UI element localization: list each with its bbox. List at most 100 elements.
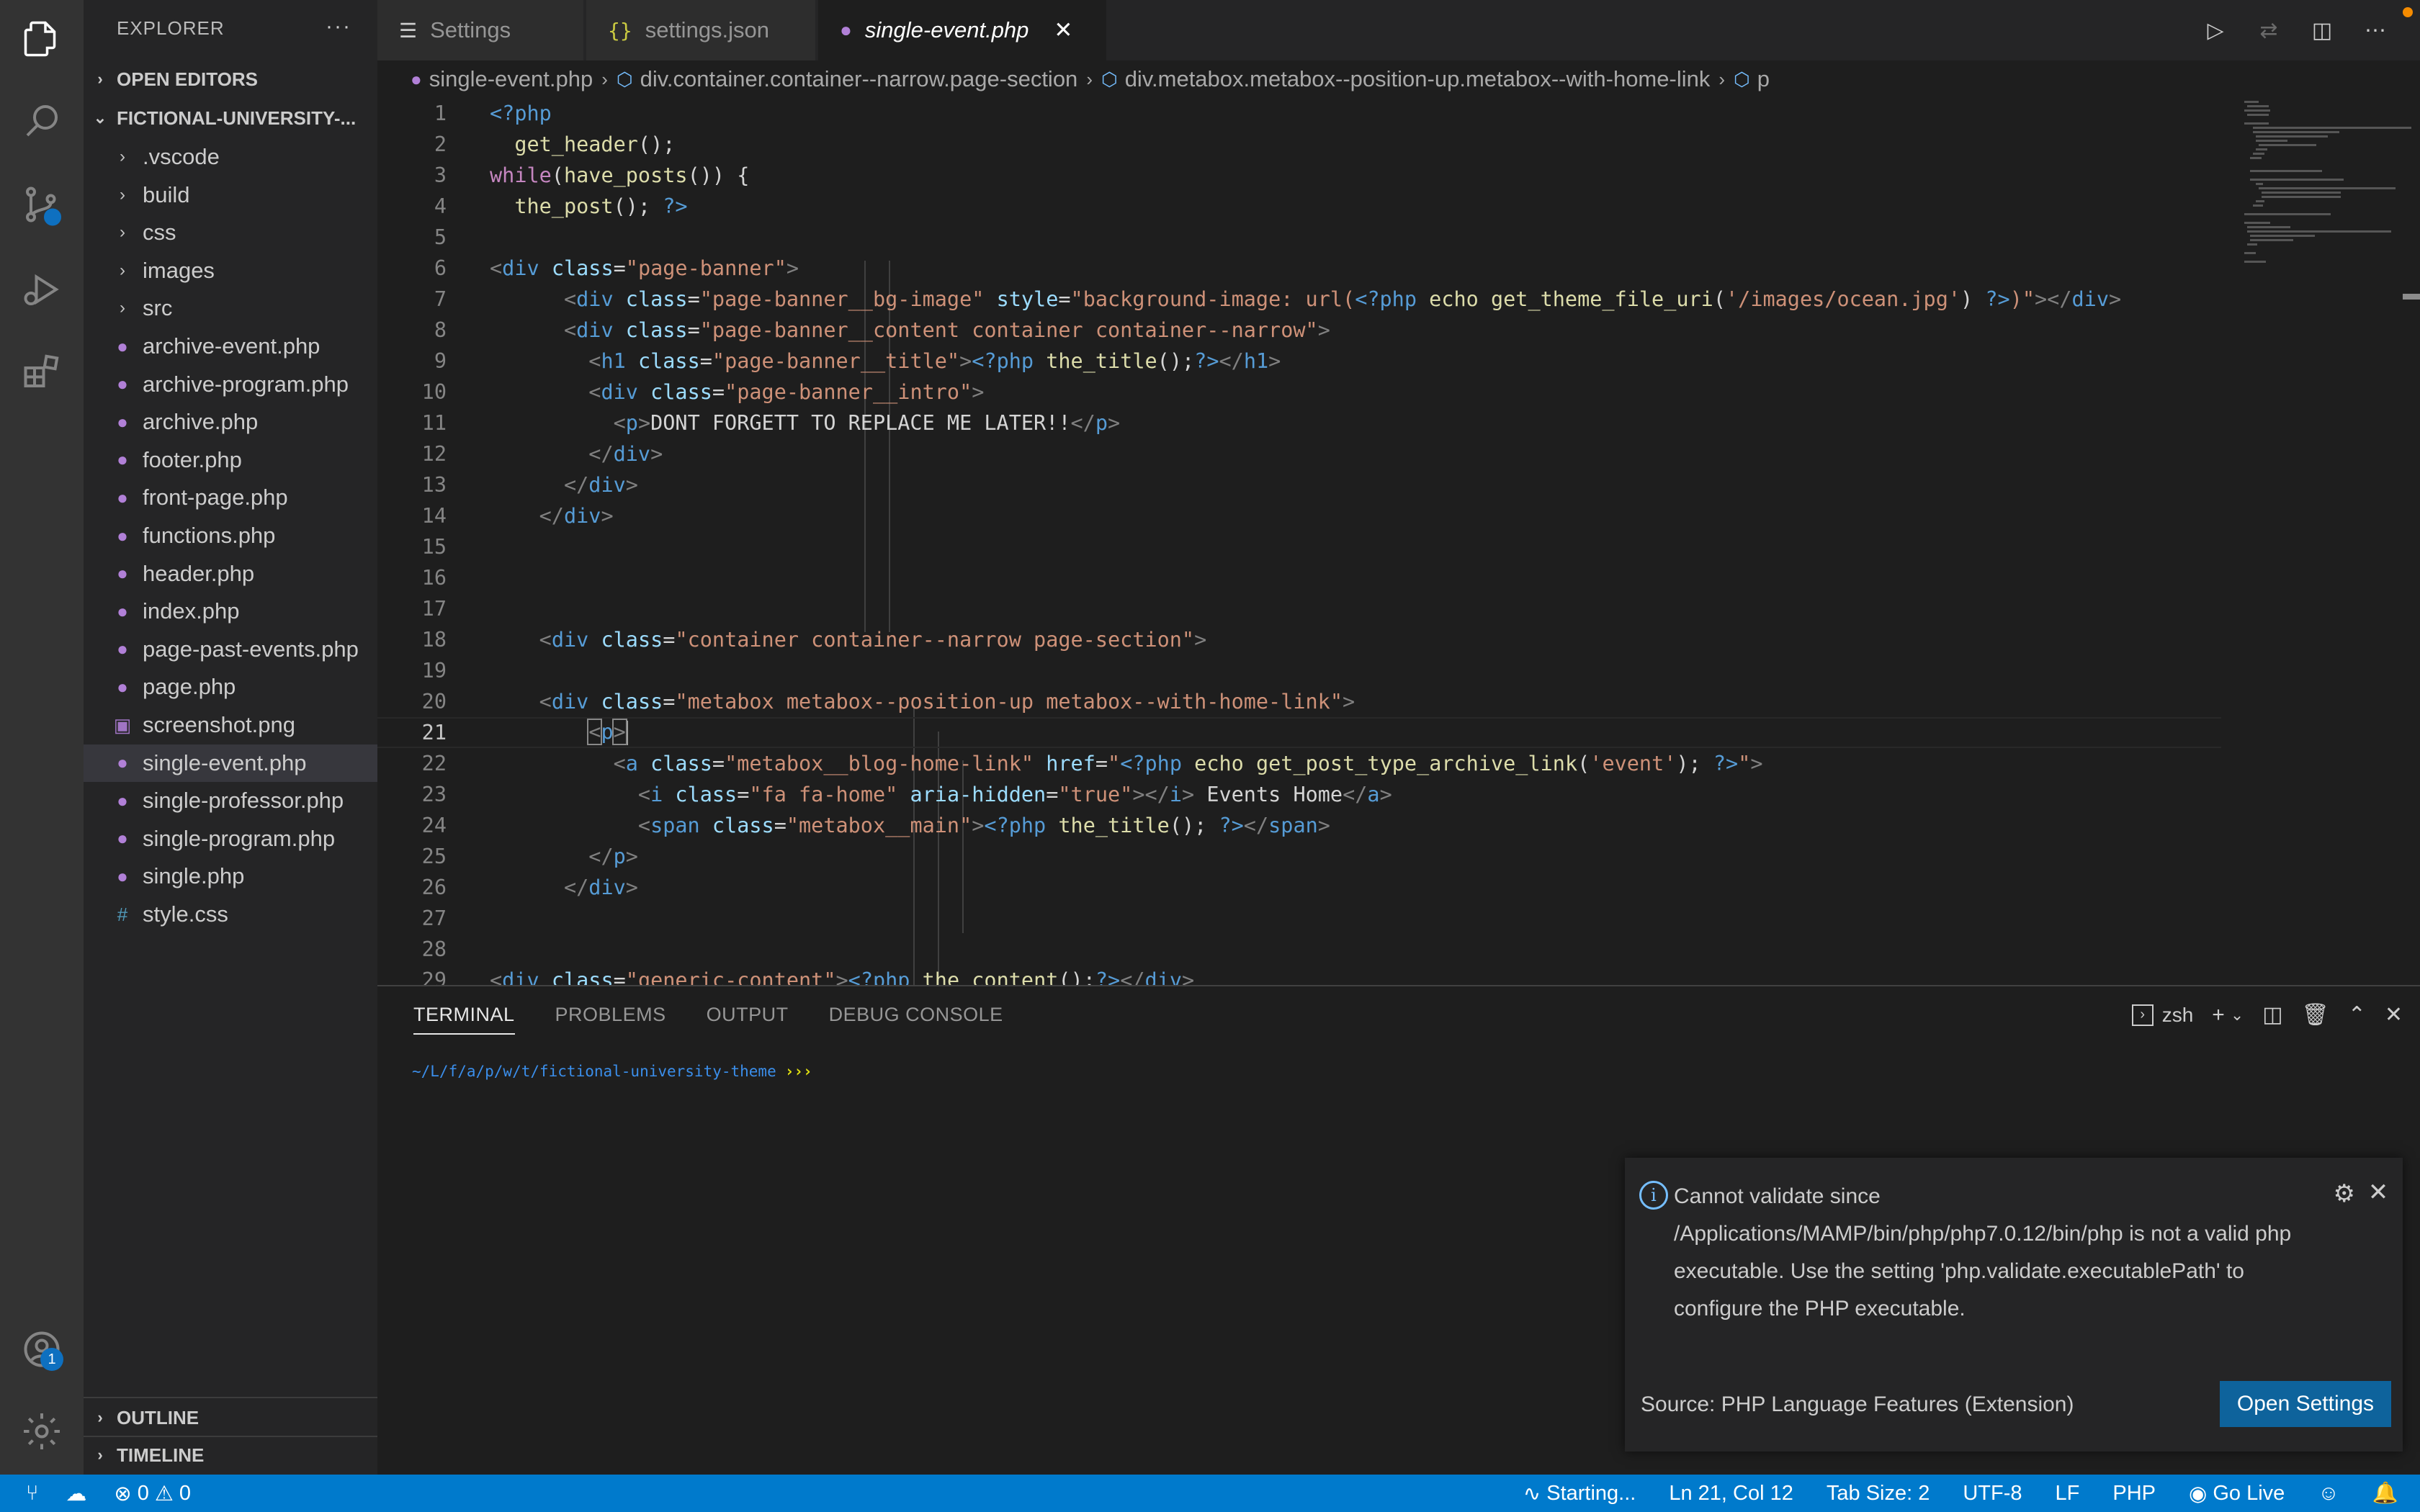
chevron-right-icon: › xyxy=(120,147,125,166)
file-item[interactable]: ▣ screenshot.png xyxy=(84,706,377,744)
folder-item[interactable]: › css xyxy=(84,214,377,251)
language-server-status[interactable]: ∿ Starting... xyxy=(1523,1481,1636,1506)
file-item[interactable]: ● page.php xyxy=(84,668,377,706)
problems-status[interactable]: ⊗ 0 ⚠ 0 xyxy=(114,1481,191,1506)
file-item[interactable]: # style.css xyxy=(84,896,377,933)
run-debug-icon[interactable] xyxy=(16,264,68,315)
file-item[interactable]: ● single-event.php xyxy=(84,744,377,782)
sync-cloud-icon[interactable]: ☁ xyxy=(66,1481,86,1506)
tab-label: Settings xyxy=(430,17,511,42)
file-item[interactable]: ● single.php xyxy=(84,858,377,895)
workspace-root-section[interactable]: ⌄ FICTIONAL-UNIVERSITY-... xyxy=(84,99,377,137)
symbol-element-icon: ⬡ xyxy=(616,68,633,90)
breadcrumb-symbol[interactable]: ⬡ div.metabox.metabox--position-up.metabo… xyxy=(1101,66,1710,92)
more-actions-icon[interactable]: ⋯ xyxy=(2360,14,2391,46)
file-item[interactable]: ● page-past-events.php xyxy=(84,631,377,668)
status-bar: ⑂ ☁ ⊗ 0 ⚠ 0 ∿ Starting... Ln 21, Col 12 Tab… xyxy=(0,1475,2420,1512)
trash-icon[interactable]: 🗑 xyxy=(2302,1002,2329,1027)
tab-label: single-event.php xyxy=(864,17,1029,42)
terminal-shell-selector[interactable]: › zsh xyxy=(2131,1004,2193,1027)
open-changes-icon[interactable]: ⇄ xyxy=(2253,14,2285,46)
breadcrumb-symbol[interactable]: ⬡ p xyxy=(1734,66,1770,92)
new-terminal-icon[interactable]: + xyxy=(2212,1003,2225,1027)
remote-branch-icon[interactable]: ⑂ xyxy=(26,1482,38,1506)
code-line: while(have_posts()) { xyxy=(490,163,750,187)
breadcrumb-symbol[interactable]: ⬡ div.container.container--narrow.page-se… xyxy=(617,66,1077,92)
file-item[interactable]: ● header.php xyxy=(84,555,377,593)
folder-item[interactable]: › build xyxy=(84,176,377,214)
file-item[interactable]: ● single-professor.php xyxy=(84,782,377,819)
explorer-files-icon[interactable] xyxy=(16,13,68,65)
chevron-right-icon: › xyxy=(120,184,125,204)
split-terminal-icon[interactable]: ◫ xyxy=(2262,1002,2282,1027)
file-item[interactable]: ● footer.php xyxy=(84,441,377,479)
explorer-title: EXPLORER xyxy=(117,17,225,39)
file-label: front-page.php xyxy=(143,485,288,510)
tab-size[interactable]: Tab Size: 2 xyxy=(1827,1482,1930,1506)
tab-settings-json[interactable]: {} settings.json xyxy=(586,0,817,60)
file-item[interactable]: ● front-page.php xyxy=(84,479,377,516)
json-braces-icon: {} xyxy=(608,18,632,42)
split-editor-icon[interactable]: ◫ xyxy=(2306,14,2338,46)
file-label: archive-event.php xyxy=(143,333,321,359)
accounts-icon[interactable]: 1 xyxy=(16,1323,68,1375)
php-elephant-icon: ● xyxy=(117,789,128,811)
cursor-position[interactable]: Ln 21, Col 12 xyxy=(1669,1482,1793,1506)
close-panel-icon[interactable]: ✕ xyxy=(2385,1002,2403,1027)
notification-close-icon[interactable]: ✕ xyxy=(2364,1178,2393,1207)
starting-label: Starting... xyxy=(1546,1481,1636,1505)
breadcrumb: ● single-event.php › ⬡ div.container.conta… xyxy=(377,60,2420,98)
timeline-section[interactable]: › TIMELINE xyxy=(84,1436,377,1474)
extensions-icon[interactable] xyxy=(16,346,68,397)
file-item[interactable]: ● archive.php xyxy=(84,403,377,441)
end-of-line[interactable]: LF xyxy=(2056,1482,2080,1506)
tab-settings[interactable]: ☰ Settings xyxy=(377,0,585,60)
more-actions-icon[interactable]: ··· xyxy=(326,14,351,39)
notifications-bell-icon[interactable]: 🔔 xyxy=(2372,1481,2398,1506)
chevron-down-icon[interactable]: ⌄ xyxy=(2231,1006,2244,1025)
open-settings-button[interactable]: Open Settings xyxy=(2219,1381,2391,1427)
folder-item[interactable]: › src xyxy=(84,289,377,327)
scrollbar-thumb[interactable] xyxy=(2403,294,2420,300)
hamburger-icon: ☰ xyxy=(399,19,418,42)
file-item[interactable]: ● index.php xyxy=(84,593,377,630)
tab-output[interactable]: OUTPUT xyxy=(707,1004,789,1035)
run-file-icon[interactable]: ▷ xyxy=(2200,14,2231,46)
minimap[interactable] xyxy=(2240,98,2420,985)
tab-single-event-php[interactable]: ● single-event.php ✕ xyxy=(818,0,1108,60)
source-control-icon[interactable] xyxy=(16,179,68,230)
outline-label: OUTLINE xyxy=(117,1406,200,1428)
search-icon[interactable] xyxy=(16,95,68,147)
notification-settings-gear-icon[interactable]: ⚙ xyxy=(2334,1179,2355,1208)
prompt-path: ~/L/f/a/p/w/t/fictional-university-theme xyxy=(412,1063,776,1080)
encoding[interactable]: UTF-8 xyxy=(1963,1482,2022,1506)
prompt-arrows: ››› xyxy=(784,1063,812,1080)
code-line: <i class="fa fa-home" aria-hidden="true"… xyxy=(637,783,1392,806)
feedback-icon[interactable]: ☺ xyxy=(2318,1482,2339,1506)
tab-problems[interactable]: PROBLEMS xyxy=(555,1004,666,1035)
chevron-right-icon: › xyxy=(1718,68,1726,90)
close-tab-icon[interactable]: ✕ xyxy=(1049,16,1077,45)
file-item[interactable]: ● archive-event.php xyxy=(84,328,377,365)
code-editor[interactable]: 1 2 3 4 5 6 7 8 9 10 11 12 13 14 15 16 17 18 19 20 21 22 23 24 2… xyxy=(377,98,2420,985)
go-live-button[interactable]: ◉ Go Live xyxy=(2189,1481,2285,1506)
file-item[interactable]: ● archive-program.php xyxy=(84,366,377,403)
breadcrumb-file[interactable]: ● single-event.php xyxy=(411,66,593,92)
folder-item[interactable]: › .vscode xyxy=(84,138,377,176)
tab-debug-console[interactable]: DEBUG CONSOLE xyxy=(829,1004,1003,1035)
maximize-panel-icon[interactable]: ⌃ xyxy=(2348,1002,2366,1027)
language-mode[interactable]: PHP xyxy=(2112,1482,2156,1506)
explorer-sidebar: EXPLORER ··· › OPEN EDITORS ⌄ FICTIONAL-… xyxy=(84,0,377,1475)
code-line: </div> xyxy=(539,504,614,528)
terminal-prompt[interactable]: ~/L/f/a/p/w/t/fictional-university-theme… xyxy=(412,1063,812,1080)
outline-section[interactable]: › OUTLINE xyxy=(84,1399,377,1436)
open-editors-section[interactable]: › OPEN EDITORS xyxy=(84,60,377,98)
go-live-label: Go Live xyxy=(2213,1481,2285,1505)
folder-item[interactable]: › images xyxy=(84,252,377,289)
tab-terminal[interactable]: TERMINAL xyxy=(413,1004,515,1035)
editor-tab-bar: ☰ Settings {} settings.json ● single-eve… xyxy=(377,0,2420,60)
file-item[interactable]: ● functions.php xyxy=(84,517,377,554)
file-item[interactable]: ● single-program.php xyxy=(84,820,377,858)
settings-gear-icon[interactable] xyxy=(16,1405,68,1457)
